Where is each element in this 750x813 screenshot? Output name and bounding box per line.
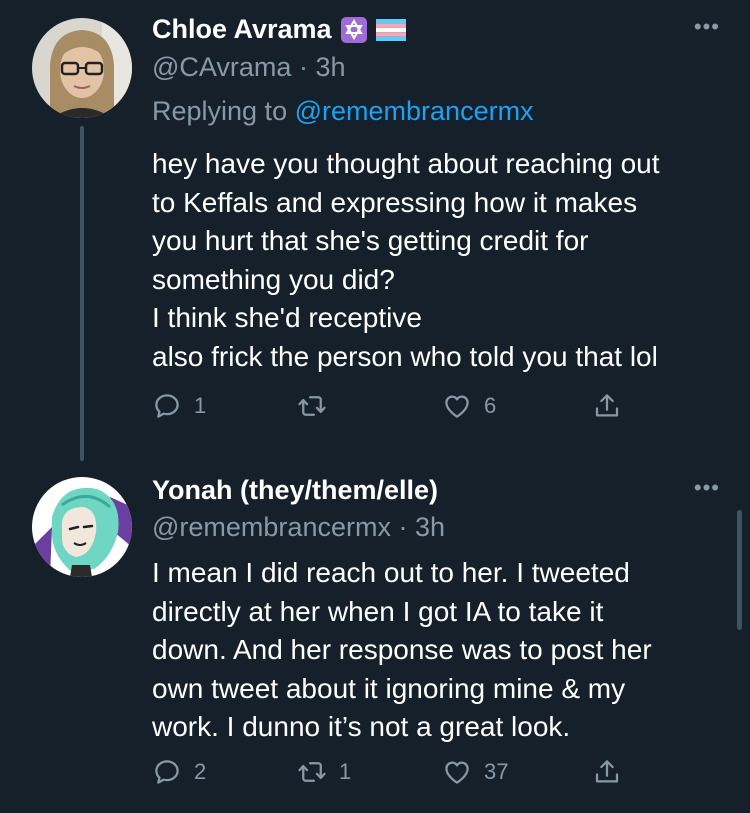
avatar[interactable]	[32, 477, 132, 577]
reply-button[interactable]: 1	[152, 391, 206, 421]
tweet-line: work. I dunno it’s not a great look.	[152, 711, 571, 742]
more-options-icon[interactable]: •••	[694, 14, 720, 40]
trans-flag-icon	[375, 18, 406, 41]
avatar[interactable]	[32, 18, 132, 118]
retweet-icon	[298, 762, 326, 782]
tweet-line: to Keffals and expressing how it makes	[152, 186, 638, 218]
share-icon	[595, 760, 619, 783]
scrollbar[interactable]	[737, 510, 742, 630]
separator: ·	[398, 512, 408, 542]
like-button[interactable]: 6	[442, 391, 496, 421]
tweet-line: something you did?	[152, 263, 395, 295]
author-row: Chloe Avrama	[152, 14, 406, 45]
display-name[interactable]: Chloe Avrama	[152, 14, 332, 45]
share-icon	[595, 394, 619, 417]
reply-button[interactable]: 2	[152, 757, 206, 787]
heart-icon	[445, 761, 469, 784]
timestamp[interactable]: 3h	[315, 52, 345, 82]
retweet-count: 1	[339, 759, 352, 784]
more-options-icon[interactable]: •••	[694, 475, 720, 501]
like-count: 6	[484, 393, 497, 418]
tweet-line: also frick the person who told you that …	[152, 340, 658, 372]
tweet-line: hey have you thought about reaching out	[152, 148, 660, 179]
handle-row: @remembrancermx · 3h	[152, 512, 445, 543]
retweet-button[interactable]: 1	[297, 757, 351, 787]
tweet-line: I think she'd receptive	[152, 302, 422, 333]
like-button[interactable]: 37	[442, 757, 508, 787]
reply-count: 1	[194, 393, 207, 418]
handle-row: @CAvrama · 3h	[152, 52, 346, 83]
retweet-button[interactable]	[297, 391, 339, 421]
tweet-line: own tweet about it ignoring mine & my	[152, 672, 626, 704]
tweet-line: I mean I did reach out to her. I tweeted	[152, 557, 630, 588]
tweet-text: hey have you thought about reaching out …	[152, 145, 732, 376]
thread-line	[80, 126, 84, 461]
action-bar: 2 1 37	[152, 757, 652, 797]
tweet-chloe[interactable]: Chloe Avrama @CAvrama · 3h ••• Replying …	[0, 0, 750, 461]
share-button[interactable]	[592, 757, 622, 787]
replying-label: Replying to	[152, 96, 288, 126]
tweet-yonah[interactable]: Yonah (they/them/elle) @remembrancermx ·…	[0, 455, 750, 813]
replying-to-link[interactable]: @remembrancermx	[295, 96, 534, 126]
author-row: Yonah (they/them/elle)	[152, 475, 438, 506]
replying-to: Replying to @remembrancermx	[152, 96, 534, 127]
reply-icon	[155, 394, 179, 418]
retweet-icon	[298, 396, 326, 416]
display-name[interactable]: Yonah (they/them/elle)	[152, 475, 438, 506]
reply-count: 2	[194, 759, 207, 784]
star-of-david-icon	[340, 16, 368, 44]
tweet-text: I mean I did reach out to her. I tweeted…	[152, 554, 732, 747]
like-count: 37	[484, 759, 509, 784]
reply-icon	[155, 760, 179, 784]
separator: ·	[298, 52, 308, 82]
tweet-line: you hurt that she's getting credit for	[152, 225, 589, 256]
share-button[interactable]	[592, 391, 622, 421]
action-bar: 1 6	[152, 391, 652, 431]
heart-icon	[445, 395, 469, 418]
handle[interactable]: @remembrancermx	[152, 512, 391, 542]
tweet-line: down. And her response was to post her	[152, 634, 652, 665]
handle[interactable]: @CAvrama	[152, 52, 291, 82]
timestamp[interactable]: 3h	[415, 512, 445, 542]
tweet-line: directly at her when I got IA to take it	[152, 595, 604, 627]
